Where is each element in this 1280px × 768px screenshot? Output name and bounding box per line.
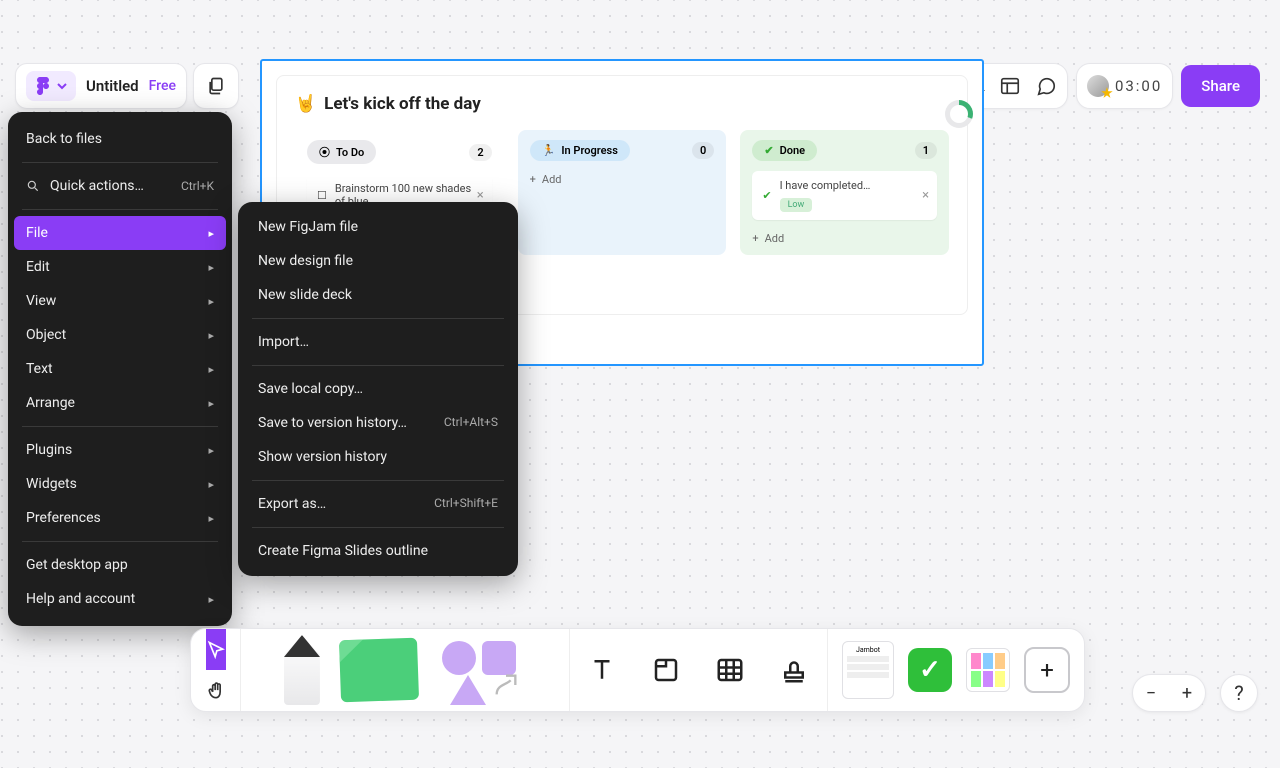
menu-help-account[interactable]: Help and account▸ [8, 582, 232, 616]
submenu-save-local[interactable]: Save local copy… [238, 372, 518, 406]
main-menu: Back to files Quick actions… Ctrl+K File… [8, 112, 232, 626]
close-icon[interactable]: × [922, 188, 929, 203]
menu-view[interactable]: View▸ [8, 284, 232, 318]
plan-badge[interactable]: Free [149, 78, 176, 94]
menu-file[interactable]: File▸ [14, 216, 226, 250]
arrow-icon [492, 671, 520, 699]
board-title-text: Let's kick off the day [324, 94, 481, 114]
select-tool[interactable] [206, 629, 226, 670]
submenu-save-version-history[interactable]: Save to version history…Ctrl+Alt+S [238, 406, 518, 440]
widget-tools: Jambot ✓ + [828, 629, 1084, 711]
progress-ring-icon [945, 100, 973, 128]
search-icon [26, 179, 40, 193]
add-card-button[interactable]: +Add [530, 173, 715, 186]
submenu-new-figjam[interactable]: New FigJam file [238, 210, 518, 244]
shape-tool[interactable] [438, 635, 526, 705]
submenu-import[interactable]: Import… [238, 325, 518, 359]
menu-preferences[interactable]: Preferences▸ [8, 501, 232, 535]
done-card[interactable]: ✔ I have completed… Low × [752, 171, 937, 220]
submenu-export-as[interactable]: Export as…Ctrl+Shift+E [238, 487, 518, 521]
submenu-new-slide-deck[interactable]: New slide deck [238, 278, 518, 312]
zoom-in-button[interactable]: + [1169, 675, 1205, 711]
timer-pill[interactable]: 03:00 [1076, 63, 1173, 109]
comment-icon[interactable] [1035, 75, 1057, 97]
text-tool-icon[interactable] [587, 655, 617, 685]
stamp-tool-icon[interactable] [779, 655, 809, 685]
top-left-toolbar: Untitled Free [15, 63, 239, 109]
menu-arrange[interactable]: Arrange▸ [8, 386, 232, 420]
pencil-tool[interactable] [284, 635, 320, 705]
section-tool-icon[interactable] [651, 655, 681, 685]
drawing-tools [241, 629, 570, 711]
timer-badge-icon [1087, 75, 1109, 97]
submenu-show-version-history[interactable]: Show version history [238, 440, 518, 474]
column-done: ✔Done 1 ✔ I have completed… Low × +Add [740, 130, 949, 255]
figma-logo-button[interactable] [26, 71, 76, 101]
menu-widgets[interactable]: Widgets▸ [8, 467, 232, 501]
hand-tool[interactable] [206, 670, 226, 711]
layout-tools [570, 629, 828, 711]
submenu-create-slides-outline[interactable]: Create Figma Slides outline [238, 534, 518, 568]
add-card-button[interactable]: +Add [752, 232, 937, 245]
chevron-down-icon [56, 80, 68, 92]
table-tool-icon[interactable] [715, 655, 745, 685]
widget-color-grid[interactable] [966, 648, 1010, 692]
layout-panel-icon[interactable] [999, 75, 1021, 97]
file-submenu: New FigJam file New design file New slid… [238, 202, 518, 576]
board-emoji: 🤘 [295, 94, 316, 114]
menu-get-desktop-app[interactable]: Get desktop app [8, 548, 232, 582]
menu-back-to-files[interactable]: Back to files [8, 122, 232, 156]
share-button[interactable]: Share [1181, 65, 1260, 107]
zoom-control: − + [1132, 674, 1206, 712]
mode-column [191, 629, 241, 711]
menu-object[interactable]: Object▸ [8, 318, 232, 352]
page-switcher-button[interactable] [193, 63, 239, 109]
pages-icon [206, 76, 226, 96]
figma-logo-icon [34, 77, 52, 95]
widget-checkmark[interactable]: ✓ [908, 648, 952, 692]
bottom-right-controls: − + ? [1132, 674, 1258, 712]
zoom-out-button[interactable]: − [1133, 675, 1169, 711]
close-icon[interactable]: × [477, 188, 484, 203]
add-widget-button[interactable]: + [1024, 647, 1070, 693]
main-menu-pill: Untitled Free [15, 63, 187, 109]
widget-jambot[interactable]: Jambot [842, 641, 894, 699]
triangle-icon [450, 675, 486, 705]
menu-quick-actions[interactable]: Quick actions… Ctrl+K [8, 169, 232, 203]
menu-edit[interactable]: Edit▸ [8, 250, 232, 284]
document-title[interactable]: Untitled [86, 77, 139, 95]
submenu-new-design[interactable]: New design file [238, 244, 518, 278]
bottom-toolbar: Jambot ✓ + [190, 628, 1085, 712]
menu-text[interactable]: Text▸ [8, 352, 232, 386]
menu-plugins[interactable]: Plugins▸ [8, 433, 232, 467]
board-title: 🤘 Let's kick off the day [295, 94, 949, 114]
help-button[interactable]: ? [1220, 674, 1258, 712]
timer-display: 03:00 [1115, 77, 1162, 95]
circle-icon [442, 641, 476, 675]
sticky-note-tool[interactable] [339, 638, 419, 703]
square-icon [482, 641, 516, 675]
column-in-progress: 🏃In Progress 0 +Add [518, 130, 727, 255]
